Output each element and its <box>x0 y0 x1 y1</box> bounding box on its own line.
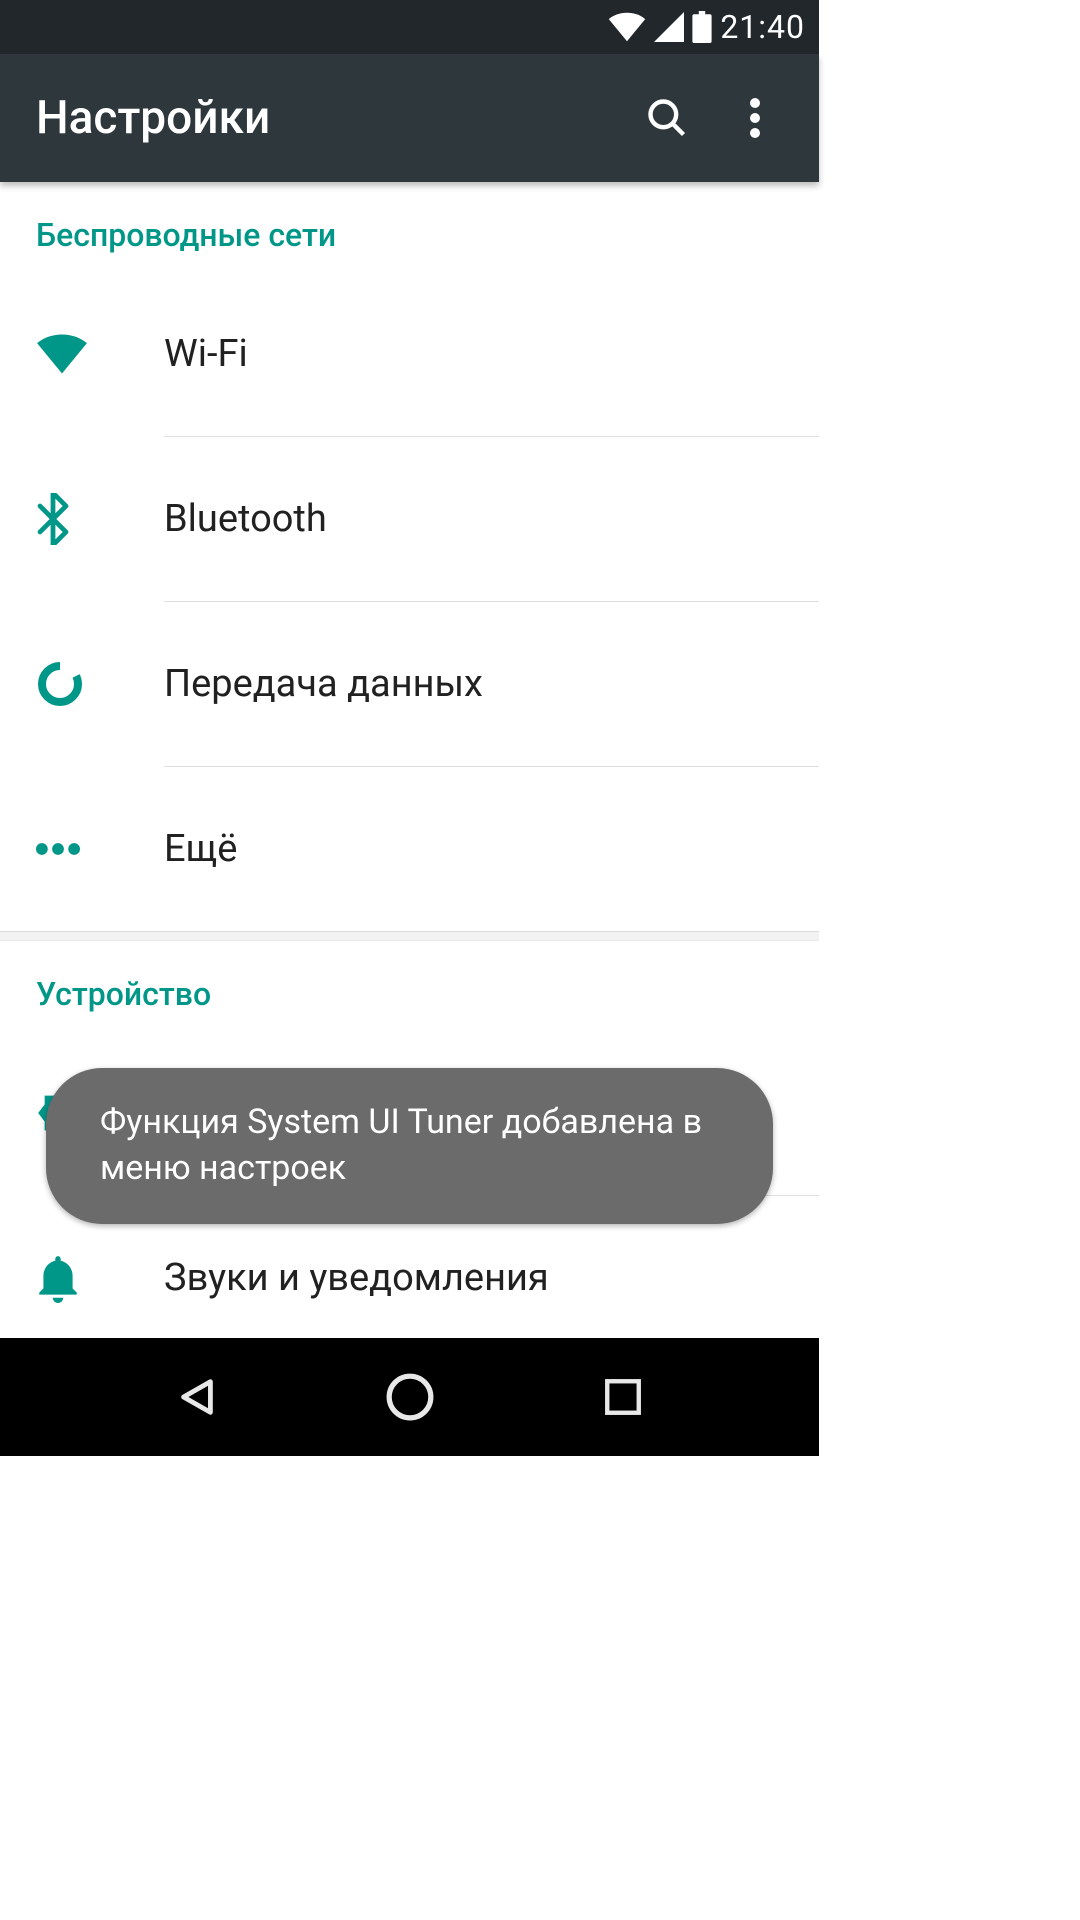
list-item-wifi[interactable]: Wi-Fi <box>0 272 819 436</box>
toast-text: Функция System UI Tuner добавлена в меню… <box>100 1102 702 1188</box>
data-usage-icon <box>36 660 84 708</box>
list-item-label: Ещё <box>164 827 237 871</box>
back-icon <box>174 1374 220 1420</box>
list-item-label: Звуки и уведомления <box>164 1256 549 1300</box>
battery-status-icon <box>692 11 712 43</box>
list-item-more[interactable]: Ещё <box>0 767 819 931</box>
recents-icon <box>602 1376 644 1418</box>
overflow-menu-button[interactable] <box>719 82 791 154</box>
page-title: Настройки <box>36 91 615 145</box>
cellular-status-icon <box>654 12 684 42</box>
bluetooth-icon <box>36 493 70 545</box>
wifi-icon <box>36 334 88 374</box>
section-header-wireless: Беспроводные сети <box>0 182 819 272</box>
back-button[interactable] <box>162 1362 232 1432</box>
list-item-label: Bluetooth <box>164 497 327 541</box>
list-item-label: Передача данных <box>164 662 483 706</box>
status-bar: 21:40 <box>0 0 819 54</box>
list-item-bluetooth[interactable]: Bluetooth <box>0 437 819 601</box>
more-vert-icon <box>750 98 760 138</box>
wifi-status-icon <box>608 12 646 42</box>
section-header-device: Устройство <box>0 941 819 1031</box>
bell-icon <box>36 1253 80 1303</box>
home-icon <box>385 1372 435 1422</box>
recents-button[interactable] <box>588 1362 658 1432</box>
list-item-data-usage[interactable]: Передача данных <box>0 602 819 766</box>
toast: Функция System UI Tuner добавлена в меню… <box>46 1068 773 1224</box>
app-bar: Настройки <box>0 54 819 182</box>
search-icon <box>645 96 689 140</box>
list-item-label: Wi-Fi <box>164 332 248 376</box>
section-divider <box>0 931 819 941</box>
search-button[interactable] <box>631 82 703 154</box>
more-horiz-icon <box>36 843 80 855</box>
home-button[interactable] <box>375 1362 445 1432</box>
navigation-bar <box>0 1338 819 1456</box>
status-time: 21:40 <box>720 8 805 46</box>
